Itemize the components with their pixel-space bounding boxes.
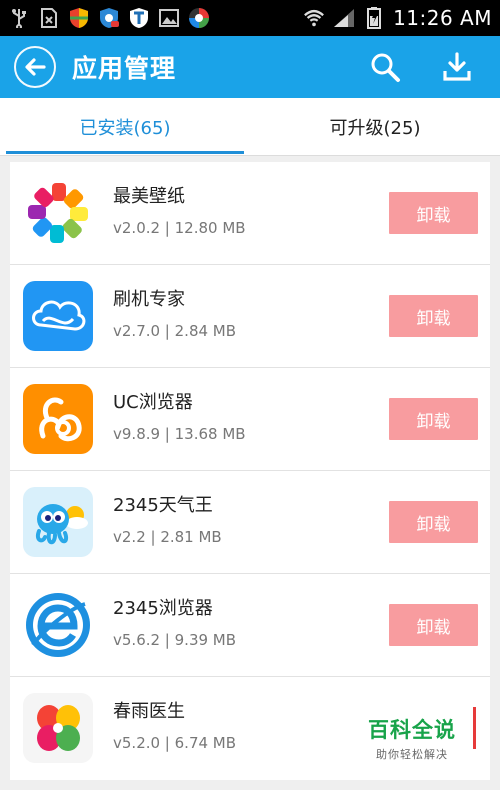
- app-name: 刷机专家: [113, 289, 185, 310]
- download-icon: [443, 52, 471, 81]
- tab-upgradable[interactable]: 可升级(25): [250, 98, 500, 155]
- status-icons-right: 11:26 AM: [303, 6, 492, 30]
- battery-icon: [363, 7, 385, 29]
- back-button[interactable]: [14, 46, 56, 88]
- signal-icon: [333, 7, 355, 29]
- tab-bar: 已安装(65) 可升级(25): [0, 98, 500, 156]
- uninstall-button[interactable]: 卸载: [389, 604, 478, 646]
- list-item[interactable]: UC浏览器 v9.8.9 | 13.68 MB 卸载: [10, 368, 490, 471]
- page-title: 应用管理: [72, 54, 177, 83]
- app-name: UC浏览器: [113, 392, 193, 413]
- wifi-icon: [303, 7, 325, 29]
- clock: 11:26 AM: [393, 6, 492, 30]
- search-icon: [371, 53, 400, 82]
- circle-app-icon: [188, 7, 210, 29]
- header-actions: [368, 50, 474, 84]
- watermark-subtitle: 助你轻松解决: [376, 748, 448, 761]
- app-version-size: v2.2 | 2.81 MB: [113, 528, 222, 546]
- list-item[interactable]: 最美壁纸 v2.0.2 | 12.80 MB 卸载: [10, 162, 490, 265]
- app-header: 应用管理: [0, 36, 500, 98]
- app-version-size: v2.0.2 | 12.80 MB: [113, 219, 246, 237]
- shield-badge-icon: [98, 7, 120, 29]
- list-item[interactable]: 刷机专家 v2.7.0 | 2.84 MB 卸载: [10, 265, 490, 368]
- uninstall-button[interactable]: 卸载: [389, 501, 478, 543]
- back-arrow-icon: [25, 58, 46, 76]
- sim-off-icon: [38, 7, 60, 29]
- list-item[interactable]: 2345浏览器 v5.6.2 | 9.39 MB 卸载: [10, 574, 490, 677]
- tab-installed[interactable]: 已安装(65): [0, 98, 250, 155]
- app-version-size: v5.6.2 | 9.39 MB: [113, 631, 237, 649]
- squirrel-icon: [23, 384, 93, 454]
- colorful-pinwheel-icon: [23, 178, 93, 248]
- clover-icon: [23, 693, 93, 763]
- app-version-size: v5.2.0 | 6.74 MB: [113, 734, 237, 752]
- list-item[interactable]: 2345天气王 v2.2 | 2.81 MB 卸载: [10, 471, 490, 574]
- browser-e-icon: [23, 590, 93, 660]
- download-button[interactable]: [440, 50, 474, 84]
- app-name: 春雨医生: [113, 701, 185, 722]
- shield-t-icon: [128, 7, 150, 29]
- app-name: 最美壁纸: [113, 186, 185, 207]
- search-button[interactable]: [368, 50, 402, 84]
- octopus-weather-icon: [23, 487, 93, 557]
- cloud-icon: [23, 281, 93, 351]
- watermark: 百科全说 助你轻松解决: [357, 714, 467, 762]
- image-icon: [158, 7, 180, 29]
- uninstall-button[interactable]: 卸载: [389, 192, 478, 234]
- status-bar: 11:26 AM: [0, 0, 500, 36]
- usb-icon: [8, 7, 30, 29]
- app-name: 2345天气王: [113, 495, 213, 516]
- uninstall-button[interactable]: 卸载: [389, 295, 478, 337]
- status-icons-left: [8, 7, 210, 29]
- app-list: 最美壁纸 v2.0.2 | 12.80 MB 卸载 刷机专家 v2.7.0 | …: [10, 162, 490, 780]
- watermark-accent-bar: [473, 707, 476, 749]
- app-version-size: v9.8.9 | 13.68 MB: [113, 425, 246, 443]
- watermark-title: 百科全说: [368, 718, 456, 742]
- uninstall-button[interactable]: 卸载: [389, 398, 478, 440]
- app-name: 2345浏览器: [113, 598, 213, 619]
- shield-security-icon: [68, 7, 90, 29]
- app-version-size: v2.7.0 | 2.84 MB: [113, 322, 237, 340]
